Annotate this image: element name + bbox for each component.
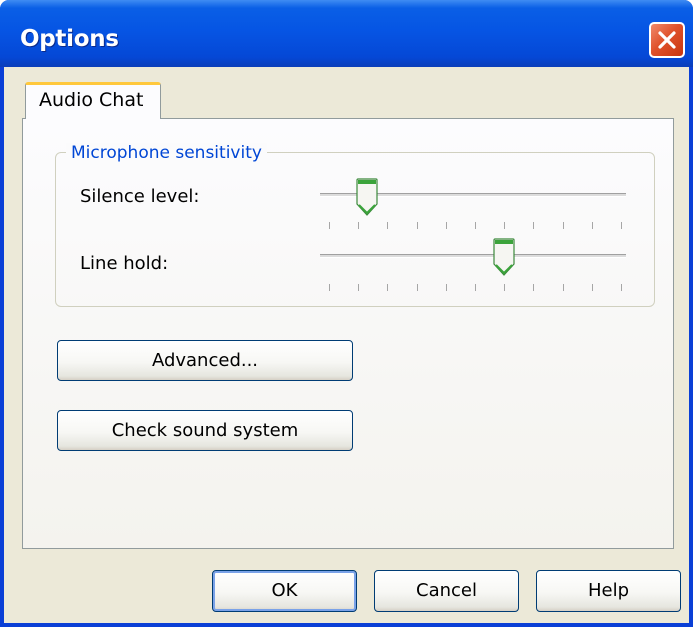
line-hold-label: Line hold:	[80, 253, 169, 274]
slider-tick	[591, 222, 593, 229]
slider-tick	[621, 284, 622, 291]
slider-tick	[475, 222, 476, 229]
group-legend: Microphone sensitivity	[66, 143, 267, 163]
slider-tick	[416, 284, 418, 291]
ok-button[interactable]: OK	[212, 570, 357, 612]
slider-tick	[562, 284, 564, 291]
slider-tick	[445, 284, 447, 291]
silence-level-slider-thumb[interactable]	[356, 178, 378, 216]
slider-tick	[591, 284, 593, 291]
slider-tick	[387, 284, 389, 291]
slider-tick	[562, 222, 564, 229]
slider-tick	[533, 222, 535, 229]
close-button[interactable]	[649, 22, 685, 58]
slider-tick	[329, 284, 330, 291]
slider-tick	[445, 222, 447, 229]
line-hold-slider-thumb[interactable]	[493, 238, 515, 276]
slider-tick	[387, 222, 389, 229]
close-icon	[658, 31, 676, 49]
line-hold-ticks	[329, 284, 622, 296]
slider-tick	[533, 284, 535, 291]
cancel-button[interactable]: Cancel	[374, 570, 519, 612]
slider-tick	[475, 284, 476, 291]
tab-join	[26, 117, 160, 120]
slider-tick	[621, 222, 622, 229]
silence-level-label: Silence level:	[80, 186, 200, 207]
slider-tick	[329, 222, 330, 229]
title-bar[interactable]: Options	[0, 0, 693, 67]
slider-tick	[416, 222, 418, 229]
silence-level-ticks	[329, 222, 622, 234]
tab-audio-chat[interactable]: Audio Chat	[25, 82, 161, 119]
advanced-button[interactable]: Advanced...	[57, 340, 353, 381]
line-hold-track[interactable]	[320, 254, 626, 258]
window-title: Options	[20, 26, 119, 52]
check-sound-system-button[interactable]: Check sound system	[57, 410, 353, 451]
help-button[interactable]: Help	[536, 570, 681, 612]
slider-tick	[504, 222, 506, 229]
slider-tick	[358, 222, 360, 229]
slider-tick	[504, 284, 506, 291]
slider-tick	[358, 284, 360, 291]
